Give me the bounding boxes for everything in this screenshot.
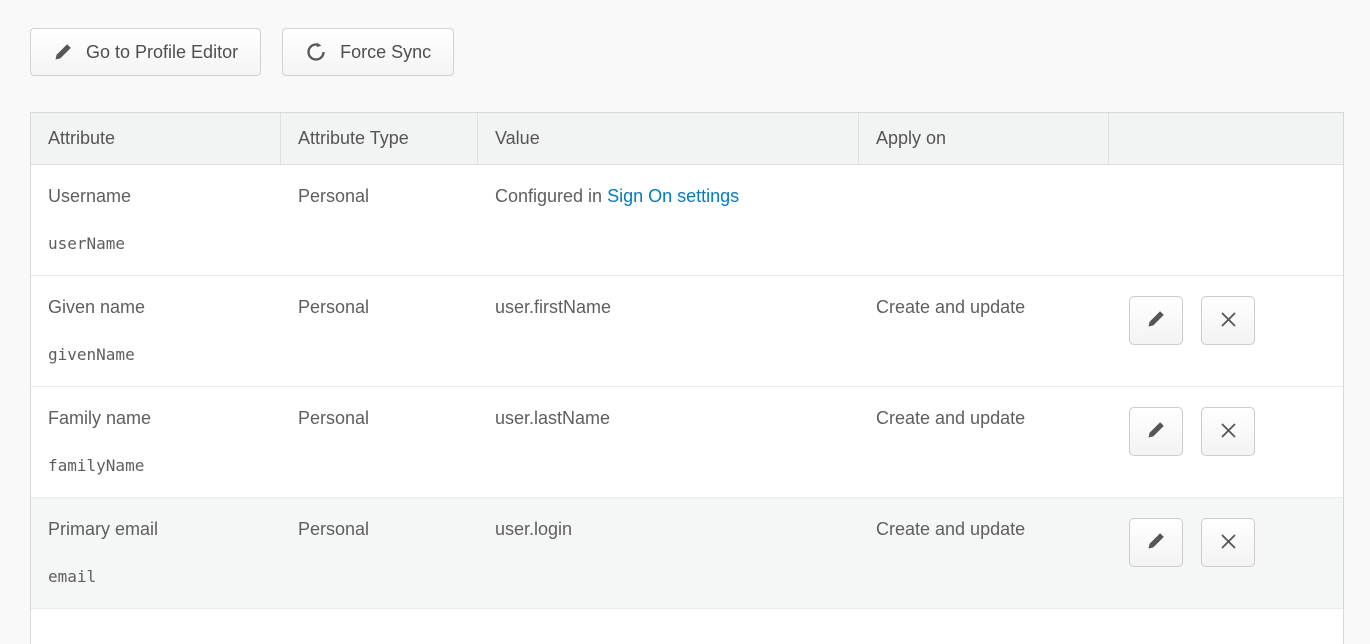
attribute-cell: Family name familyName xyxy=(31,387,281,497)
value-cell: user.login xyxy=(478,498,859,608)
table-header-row: Attribute Attribute Type Value Apply on xyxy=(31,113,1343,164)
pencil-icon xyxy=(1146,309,1166,332)
pencil-icon xyxy=(1146,420,1166,443)
actions-cell xyxy=(1109,165,1343,275)
delete-attribute-button[interactable] xyxy=(1201,518,1255,567)
apply-on-cell: Create and update xyxy=(859,387,1109,497)
toolbar: Go to Profile Editor Force Sync xyxy=(30,28,1370,76)
table-row-partial xyxy=(31,608,1343,644)
edit-attribute-button[interactable] xyxy=(1129,518,1183,567)
actions-cell xyxy=(1109,387,1343,497)
attribute-mapping-page: Go to Profile Editor Force Sync Attribut… xyxy=(0,0,1370,644)
table-row: Family name familyName Personal user.las… xyxy=(31,386,1343,497)
value-prefix-text: Configured in xyxy=(495,186,607,206)
attribute-type-cell: Personal xyxy=(281,276,478,386)
close-icon xyxy=(1219,421,1238,443)
edit-attribute-button[interactable] xyxy=(1129,407,1183,456)
close-icon xyxy=(1219,532,1238,554)
attribute-cell: Username userName xyxy=(31,165,281,275)
attribute-display-name: Username xyxy=(48,186,264,207)
attribute-type-cell: Personal xyxy=(281,165,478,275)
attribute-variable-name: givenName xyxy=(48,345,264,364)
attribute-variable-name: email xyxy=(48,567,264,586)
table-row: Username userName Personal Configured in… xyxy=(31,164,1343,275)
table-row: Primary email email Personal user.login … xyxy=(31,497,1343,608)
attribute-type-cell: Personal xyxy=(281,498,478,608)
force-sync-button[interactable]: Force Sync xyxy=(282,28,454,76)
refresh-icon xyxy=(305,41,327,63)
actions-cell xyxy=(1109,276,1343,386)
delete-attribute-button[interactable] xyxy=(1201,296,1255,345)
attribute-display-name: Given name xyxy=(48,297,264,318)
attribute-variable-name: userName xyxy=(48,234,264,253)
header-actions xyxy=(1109,113,1343,164)
pencil-icon xyxy=(1146,531,1166,554)
header-value: Value xyxy=(478,113,859,164)
attribute-mappings-table: Attribute Attribute Type Value Apply on … xyxy=(30,112,1344,644)
delete-attribute-button[interactable] xyxy=(1201,407,1255,456)
edit-attribute-button[interactable] xyxy=(1129,296,1183,345)
attribute-display-name: Family name xyxy=(48,408,264,429)
value-cell: Configured in Sign On settings xyxy=(478,165,859,275)
pencil-icon xyxy=(53,42,73,62)
attribute-cell: Given name givenName xyxy=(31,276,281,386)
go-to-profile-editor-label: Go to Profile Editor xyxy=(86,42,238,63)
header-apply-on: Apply on xyxy=(859,113,1109,164)
value-cell: user.lastName xyxy=(478,387,859,497)
attribute-display-name: Primary email xyxy=(48,519,264,540)
attribute-type-cell: Personal xyxy=(281,387,478,497)
sign-on-settings-link[interactable]: Sign On settings xyxy=(607,186,739,206)
table-row: Given name givenName Personal user.first… xyxy=(31,275,1343,386)
go-to-profile-editor-button[interactable]: Go to Profile Editor xyxy=(30,28,261,76)
attribute-variable-name: familyName xyxy=(48,456,264,475)
apply-on-cell xyxy=(859,165,1109,275)
header-attribute-type: Attribute Type xyxy=(281,113,478,164)
attribute-cell: Primary email email xyxy=(31,498,281,608)
value-cell: user.firstName xyxy=(478,276,859,386)
apply-on-cell: Create and update xyxy=(859,498,1109,608)
apply-on-cell: Create and update xyxy=(859,276,1109,386)
actions-cell xyxy=(1109,498,1343,608)
close-icon xyxy=(1219,310,1238,332)
force-sync-label: Force Sync xyxy=(340,42,431,63)
header-attribute: Attribute xyxy=(31,113,281,164)
